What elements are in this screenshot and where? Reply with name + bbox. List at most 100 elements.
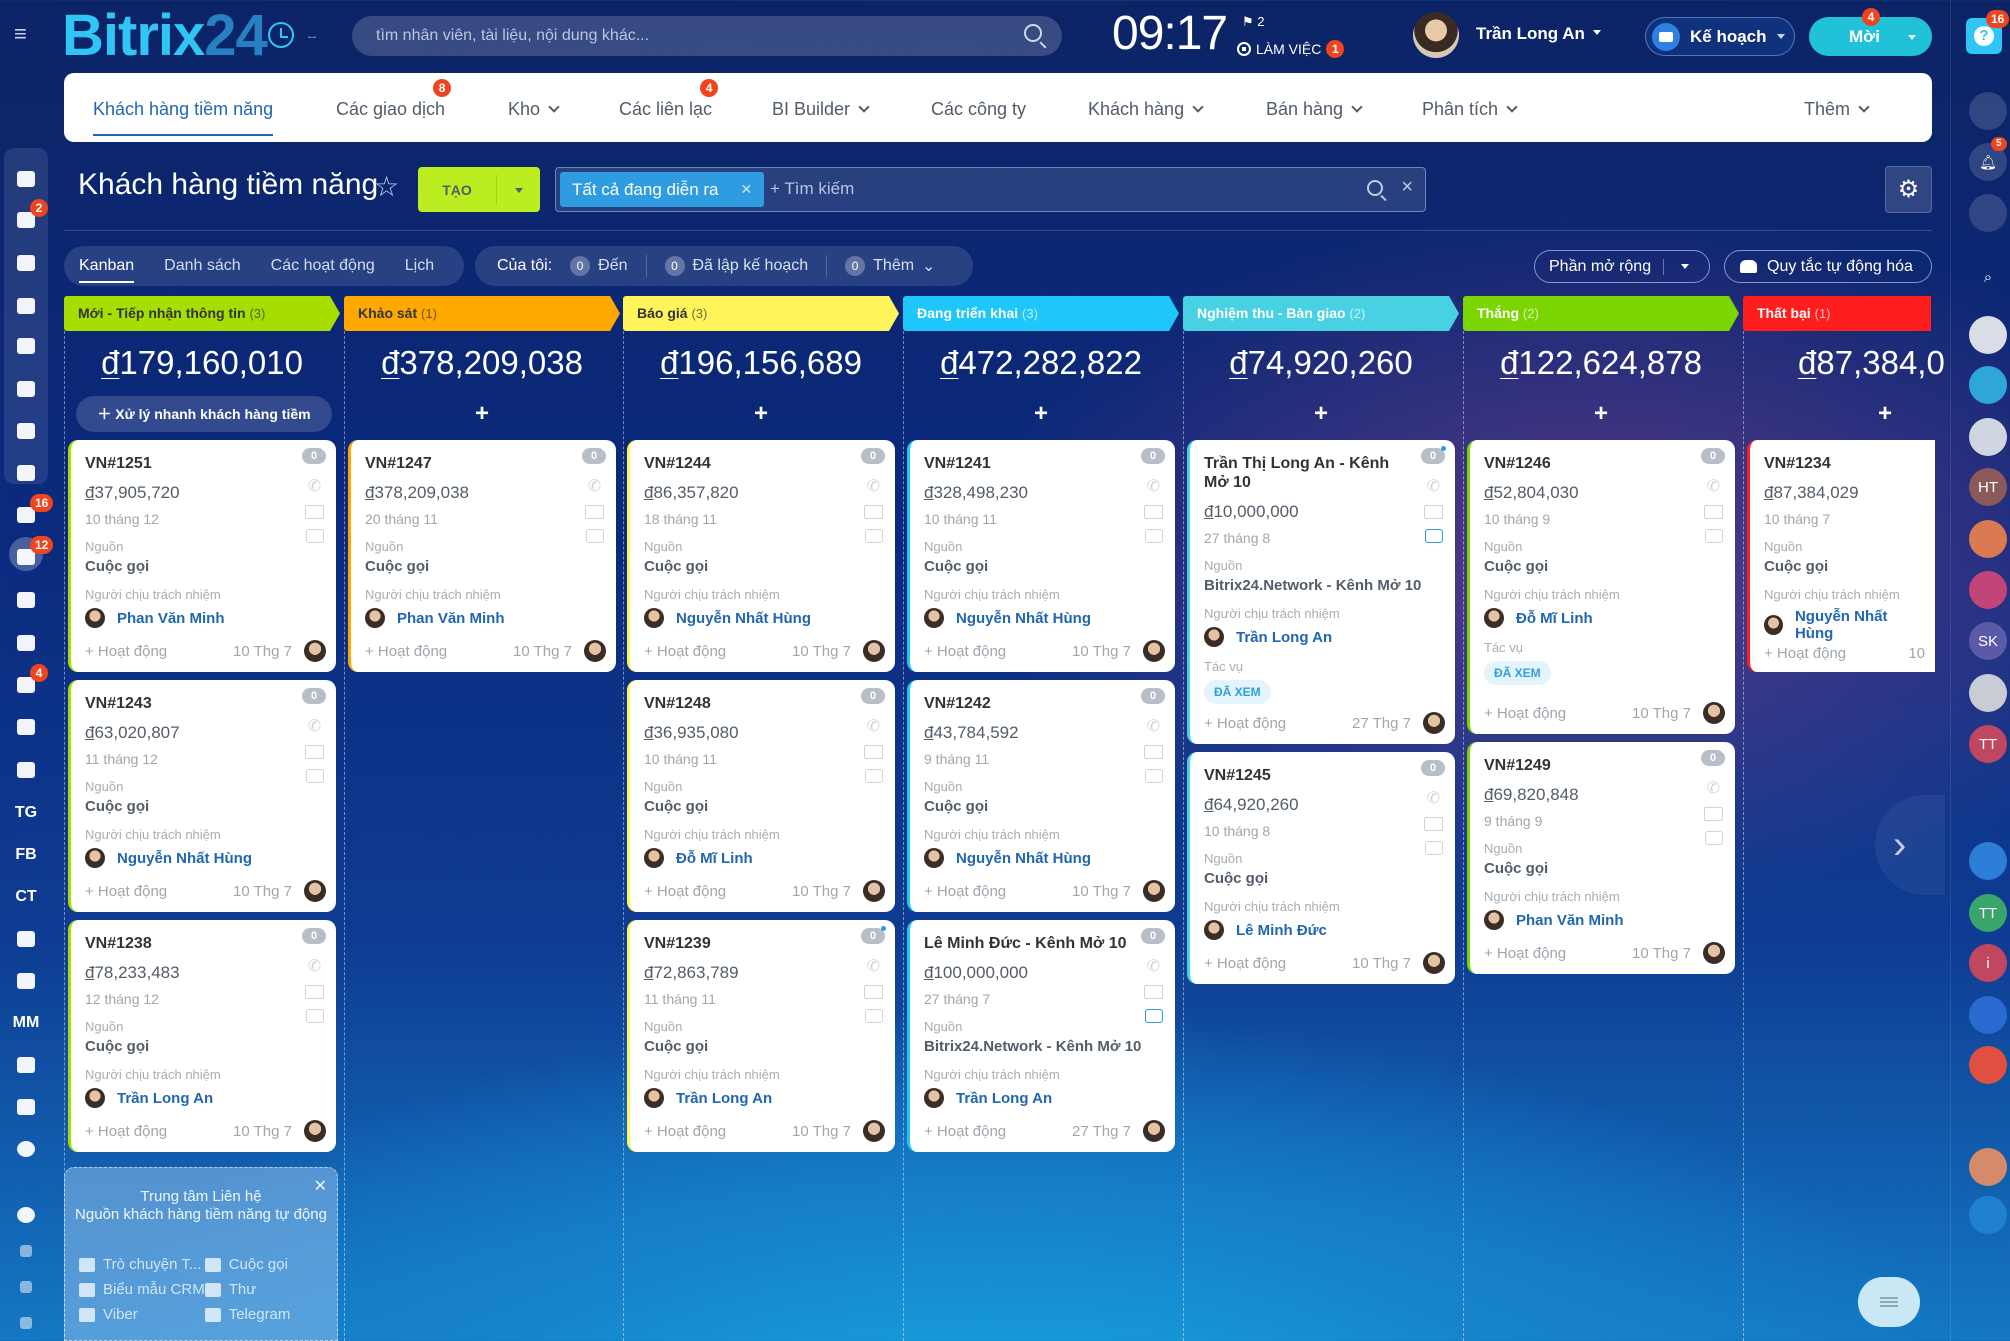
responsible-name[interactable]: Trần Long An: [676, 1090, 772, 1107]
owner-avatar[interactable]: [1423, 712, 1445, 734]
chat-icon[interactable]: [1424, 841, 1443, 855]
add-activity-link[interactable]: + Hoạt động: [924, 643, 1072, 660]
nav-tab-2[interactable]: Kho: [508, 99, 558, 120]
card-title[interactable]: VN#1245: [1204, 766, 1414, 785]
add-activity-link[interactable]: + Hoạt động: [1484, 945, 1632, 962]
chat-icon[interactable]: [864, 529, 883, 543]
flag-counter[interactable]: ⚑ 2: [1242, 14, 1265, 30]
lead-card[interactable]: VN#1234 đ87,384,029 10 tháng 7 Nguồn Cuộc gọ…: [1747, 440, 1935, 672]
phone-icon[interactable]: ✆: [865, 718, 883, 735]
comment-counter[interactable]: 0: [302, 446, 327, 464]
responsible-name[interactable]: Nguyễn Nhất Hùng: [956, 610, 1091, 627]
comment-counter[interactable]: 0: [1141, 928, 1165, 944]
owner-avatar[interactable]: [304, 880, 326, 902]
add-activity-link[interactable]: + Hoạt động: [85, 1123, 233, 1140]
card-title[interactable]: VN#1239: [644, 934, 854, 953]
comment-counter[interactable]: 0: [1701, 446, 1726, 464]
comment-counter[interactable]: 0: [861, 448, 885, 464]
phone-icon[interactable]: ✆: [1705, 478, 1723, 495]
card-title[interactable]: Lê Minh Đức - Kênh Mở 10: [924, 934, 1134, 953]
responsible-name[interactable]: Nguyễn Nhất Hùng: [1795, 608, 1923, 642]
sidebar-item-fb[interactable]: FB: [0, 840, 52, 870]
add-activity-link[interactable]: + Hoạt động: [365, 643, 513, 660]
add-activity-link[interactable]: + Hoạt động: [644, 1123, 792, 1140]
lead-card[interactable]: VN#1243 đ63,020,807 11 tháng 12 Nguồn Cuộc g…: [68, 680, 336, 912]
sidebar-item-plus-icon[interactable]: [0, 1308, 52, 1338]
chat-list-button[interactable]: [1858, 1277, 1920, 1327]
counter-filter-0[interactable]: 0 Đến: [570, 256, 628, 276]
card-title[interactable]: VN#1238: [85, 934, 295, 953]
comment-counter[interactable]: 0: [861, 926, 886, 944]
copilot-icon[interactable]: [1969, 92, 2007, 130]
lead-card[interactable]: Lê Minh Đức - Kênh Mở 10 đ100,000,000 27 t…: [907, 920, 1175, 1152]
automation-rules-button[interactable]: Quy tắc tự động hóa: [1724, 250, 1932, 283]
mail-icon[interactable]: [1424, 817, 1443, 831]
card-title[interactable]: VN#1248: [644, 694, 854, 713]
chat-icon[interactable]: [305, 769, 324, 783]
mail-icon[interactable]: [1144, 505, 1163, 519]
chat-icon[interactable]: [1704, 529, 1723, 543]
security-icon[interactable]: [1969, 1148, 2007, 1186]
sidebar-item-edit-doc-icon[interactable]: [0, 1092, 52, 1122]
phone-icon[interactable]: ✆: [865, 958, 883, 975]
column-header[interactable]: Nghiệm thu - Bàn giao (2): [1183, 296, 1459, 331]
sidebar-item-signature-icon[interactable]: [0, 966, 52, 996]
group-icon[interactable]: [1969, 792, 2007, 830]
news-icon[interactable]: [1969, 842, 2007, 880]
owner-avatar[interactable]: [1143, 1120, 1165, 1142]
phone-icon[interactable]: ✆: [306, 958, 324, 975]
owner-avatar[interactable]: [1143, 880, 1165, 902]
user-menu[interactable]: Trần Long An: [1476, 24, 1601, 44]
counter-filter-2[interactable]: 0 Thêm ⌄: [845, 256, 935, 276]
mail-icon[interactable]: [864, 505, 883, 519]
global-search-input[interactable]: tìm nhân viên, tài liệu, nội dung khác..…: [352, 16, 1062, 56]
responsible-name[interactable]: Phan Văn Minh: [117, 610, 225, 627]
owner-avatar[interactable]: [1703, 702, 1725, 724]
add-activity-link[interactable]: + Hoạt động: [644, 643, 792, 660]
lead-card[interactable]: VN#1247 đ378,209,038 20 tháng 11 Nguồn Cuộc …: [348, 440, 616, 672]
column-header[interactable]: Đang triển khai (3): [903, 296, 1179, 331]
chat-icon[interactable]: [585, 529, 604, 543]
phone-icon[interactable]: ✆: [1425, 790, 1443, 807]
chat-icon[interactable]: [1144, 769, 1163, 783]
sidebar-item-document-icon[interactable]: [0, 291, 52, 321]
lead-card[interactable]: VN#1245 đ64,920,260 10 tháng 8 Nguồn Cuộc gọ…: [1187, 752, 1455, 984]
sidebar-item-warehouse-icon[interactable]: [0, 924, 52, 954]
phone-icon[interactable]: ✆: [1425, 478, 1443, 495]
add-activity-link[interactable]: + Hoạt động: [1204, 715, 1352, 732]
sidebar-item-feed-icon[interactable]: 2: [0, 199, 52, 235]
chat-ht[interactable]: HT: [1969, 468, 2007, 506]
cc-channel-4[interactable]: Viber: [79, 1306, 205, 1323]
nav-tab-8[interactable]: Phân tích: [1422, 99, 1516, 120]
filter-search-box[interactable]: Tất cả đang diễn ra ✕ + Tìm kiếm ×: [555, 167, 1426, 212]
avatar-icon[interactable]: [1969, 674, 2007, 712]
clear-icon[interactable]: ×: [1401, 176, 1413, 199]
responsible-name[interactable]: Trần Long An: [1236, 629, 1332, 646]
phone-icon[interactable]: ✆: [306, 718, 324, 735]
mail-icon[interactable]: [864, 985, 883, 999]
add-activity-link[interactable]: + Hoạt động: [85, 643, 233, 660]
responsible-name[interactable]: Trần Long An: [956, 1090, 1052, 1107]
lead-card[interactable]: VN#1251 đ37,905,720 10 tháng 12 Nguồn Cuộc g…: [68, 440, 336, 672]
settings-sliders-icon[interactable]: ⧿: [308, 28, 316, 46]
add-card-button[interactable]: +: [344, 400, 620, 430]
mail-icon[interactable]: [1424, 505, 1443, 519]
view-tab-3[interactable]: Lịch: [405, 257, 434, 275]
nav-tab-3[interactable]: Các liên lạc 4: [619, 79, 719, 120]
logo[interactable]: Bitrix24: [62, 4, 268, 68]
add-activity-link[interactable]: + Hoạt động: [85, 883, 233, 900]
mail-icon[interactable]: [1704, 505, 1723, 519]
column-header[interactable]: Khảo sát (1): [344, 296, 620, 331]
menu-icon[interactable]: ≡: [14, 23, 36, 45]
comment-counter[interactable]: 0: [1701, 748, 1726, 766]
add-card-button[interactable]: +: [903, 400, 1179, 430]
add-card-button[interactable]: +: [623, 400, 899, 430]
mail-icon[interactable]: [1704, 807, 1723, 821]
sidebar-item-mm[interactable]: MM: [0, 1008, 52, 1038]
add-activity-link[interactable]: + Hoạt động: [924, 883, 1072, 900]
cc-channel-2[interactable]: Biểu mẫu CRM: [79, 1281, 205, 1298]
add-activity-link[interactable]: + Hoạt động: [1764, 645, 1908, 662]
chat-icon[interactable]: [1144, 1009, 1163, 1023]
column-header[interactable]: Thắng (2): [1463, 296, 1739, 331]
owner-avatar[interactable]: [584, 640, 606, 662]
